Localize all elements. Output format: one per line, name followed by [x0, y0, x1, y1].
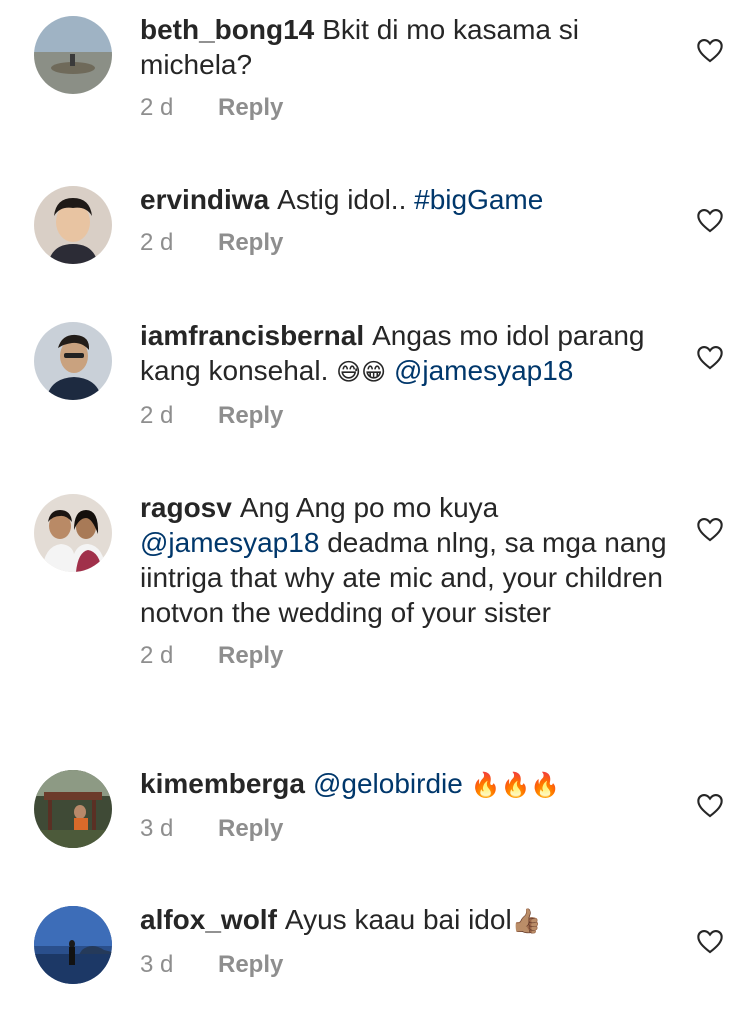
- avatar[interactable]: [34, 322, 112, 400]
- comment-time: 2 d: [140, 642, 174, 669]
- comment-time: 3 d: [140, 815, 174, 842]
- comment-username[interactable]: ragosv: [140, 492, 232, 523]
- heart-outline-icon[interactable]: [696, 344, 724, 370]
- emoji: 🔥🔥🔥: [470, 772, 561, 799]
- comment-body: Ang Ang po mo kuya: [239, 492, 499, 523]
- comment-username[interactable]: alfox_wolf: [140, 904, 277, 935]
- comment-text: iamfrancisbernal Angas mo idol parang kan…: [140, 318, 685, 390]
- heart-outline-icon[interactable]: [696, 37, 724, 63]
- comment-username[interactable]: ervindiwa: [140, 184, 269, 215]
- comment-text: ervindiwa Astig idol.. #bigGame: [140, 182, 685, 217]
- heart-outline-icon[interactable]: [696, 928, 724, 954]
- heart-outline-icon[interactable]: [696, 516, 724, 542]
- comment-time: 2 d: [140, 94, 174, 121]
- mention-link[interactable]: @jamesyap18: [394, 355, 573, 386]
- reply-button[interactable]: Reply: [218, 815, 283, 843]
- comment-text: ragosv Ang Ang po mo kuya @jamesyap18 dea…: [140, 490, 685, 630]
- avatar[interactable]: [34, 906, 112, 984]
- emoji: 👍🏽: [511, 908, 542, 935]
- heart-outline-icon[interactable]: [696, 207, 724, 233]
- hashtag-link[interactable]: #bigGame: [414, 184, 543, 215]
- reply-button[interactable]: Reply: [218, 951, 283, 979]
- heart-outline-icon[interactable]: [696, 792, 724, 818]
- reply-button[interactable]: Reply: [218, 402, 283, 430]
- comment-username[interactable]: beth_bong14: [140, 14, 314, 45]
- avatar[interactable]: [34, 16, 112, 94]
- avatar[interactable]: [34, 494, 112, 572]
- comment-username[interactable]: iamfrancisbernal: [140, 320, 364, 351]
- avatar[interactable]: [34, 186, 112, 264]
- comment-username[interactable]: kimemberga: [140, 768, 305, 799]
- comment-text: kimemberga @gelobirdie 🔥🔥🔥: [140, 766, 685, 803]
- comment-time: 3 d: [140, 951, 174, 978]
- comment-body: Astig idol..: [277, 184, 407, 215]
- comment-time: 2 d: [140, 229, 174, 256]
- mention-link[interactable]: @jamesyap18: [140, 527, 319, 558]
- comment-time: 2 d: [140, 402, 174, 429]
- comment-body: Ayus kaau bai idol: [284, 904, 512, 935]
- reply-button[interactable]: Reply: [218, 229, 283, 257]
- avatar[interactable]: [34, 770, 112, 848]
- comment-text: beth_bong14 Bkit di mo kasama si michela?: [140, 12, 685, 82]
- reply-button[interactable]: Reply: [218, 642, 283, 670]
- comment-text: alfox_wolf Ayus kaau bai idol👍🏽: [140, 902, 685, 939]
- reply-button[interactable]: Reply: [218, 94, 283, 122]
- emoji: 😅😁: [336, 359, 387, 386]
- mention-link[interactable]: @gelobirdie: [313, 768, 463, 799]
